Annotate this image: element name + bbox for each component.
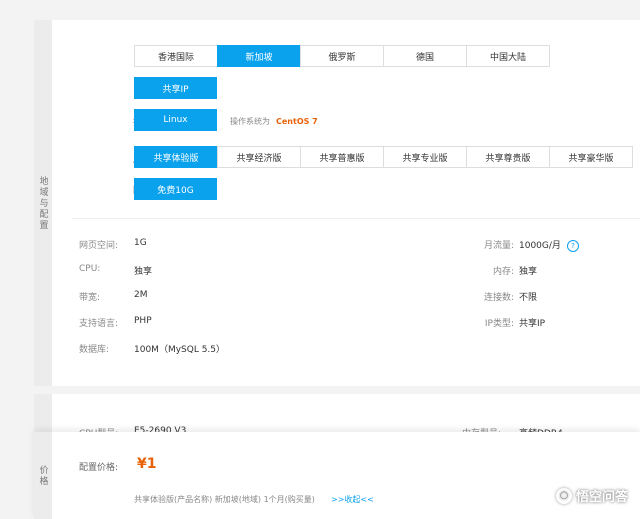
- spec-value: PHP: [134, 316, 152, 326]
- divider: [72, 218, 640, 219]
- os-hint: 操作系统为 CentOS 7: [230, 117, 318, 126]
- os-hint-value: CentOS 7: [276, 117, 318, 126]
- spec-label: IP类型:: [484, 319, 514, 329]
- region-option[interactable]: 香港国际: [134, 45, 218, 67]
- spec-label: 月流量:: [483, 241, 514, 251]
- chat-bubble-icon: ○: [555, 487, 572, 504]
- region-option[interactable]: 中国大陆: [466, 45, 550, 67]
- spec-label: 网页空间:: [79, 241, 119, 251]
- product-option[interactable]: 共享尊贵版: [466, 146, 550, 168]
- spec-value: 1G: [134, 238, 147, 248]
- price-summary: 共享体验版(产品名称) 新加坡(地域) 1个月(购买量): [134, 495, 315, 504]
- price-side-label: 价格: [34, 432, 52, 519]
- spec-label: 内存:: [492, 267, 514, 277]
- product-option[interactable]: 共享体验版: [134, 146, 218, 168]
- spec-label: 支持语言:: [79, 319, 119, 329]
- spec-value: 共享IP: [519, 319, 546, 329]
- product-option[interactable]: 共享普惠版: [300, 146, 384, 168]
- spec-label: 连接数:: [483, 293, 514, 303]
- watermark-text: 悟空问答: [575, 490, 628, 505]
- region-option[interactable]: 德国: [383, 45, 467, 67]
- region-option[interactable]: 俄罗斯: [300, 45, 384, 67]
- product-option[interactable]: 共享经济版: [217, 146, 301, 168]
- ip-type-option-shared[interactable]: 共享IP: [134, 77, 217, 99]
- spec-value: 1000G/月?: [519, 238, 579, 252]
- os-option-linux[interactable]: Linux: [134, 109, 217, 131]
- region-option[interactable]: 新加坡: [217, 45, 301, 67]
- config-side-label: 地域与配置: [34, 20, 52, 386]
- spec-value: 独享: [519, 267, 538, 277]
- spec-value: 2M: [134, 290, 148, 300]
- watermark: ○ 悟空问答: [555, 486, 628, 505]
- price-bar: 价格 配置价格: ¥1 共享体验版(产品名称) 新加坡(地域) 1个月(购买量)…: [34, 432, 640, 519]
- spec-value: 100M（MySQL 5.5）: [134, 345, 226, 355]
- product-option[interactable]: 共享豪华版: [549, 146, 633, 168]
- ddos-option-free10g[interactable]: 免费10G: [134, 178, 217, 200]
- config-panel: 地域: 香港国际新加坡俄罗斯德国中国大陆 IP类型: 共享IP 操作系统: Li…: [52, 20, 640, 386]
- collapse-link[interactable]: >>收起<<: [331, 494, 374, 505]
- help-icon[interactable]: ?: [566, 239, 579, 252]
- price-value: ¥1: [137, 456, 157, 472]
- price-label: 配置价格:: [79, 463, 119, 473]
- spec-label: 数据库:: [79, 345, 110, 355]
- product-option[interactable]: 共享专业版: [383, 146, 467, 168]
- spec-value: 独享: [134, 267, 153, 277]
- spec-label: CPU:: [79, 264, 101, 274]
- spec-label: 带宽:: [79, 293, 101, 303]
- spec-value: 不限: [519, 293, 538, 303]
